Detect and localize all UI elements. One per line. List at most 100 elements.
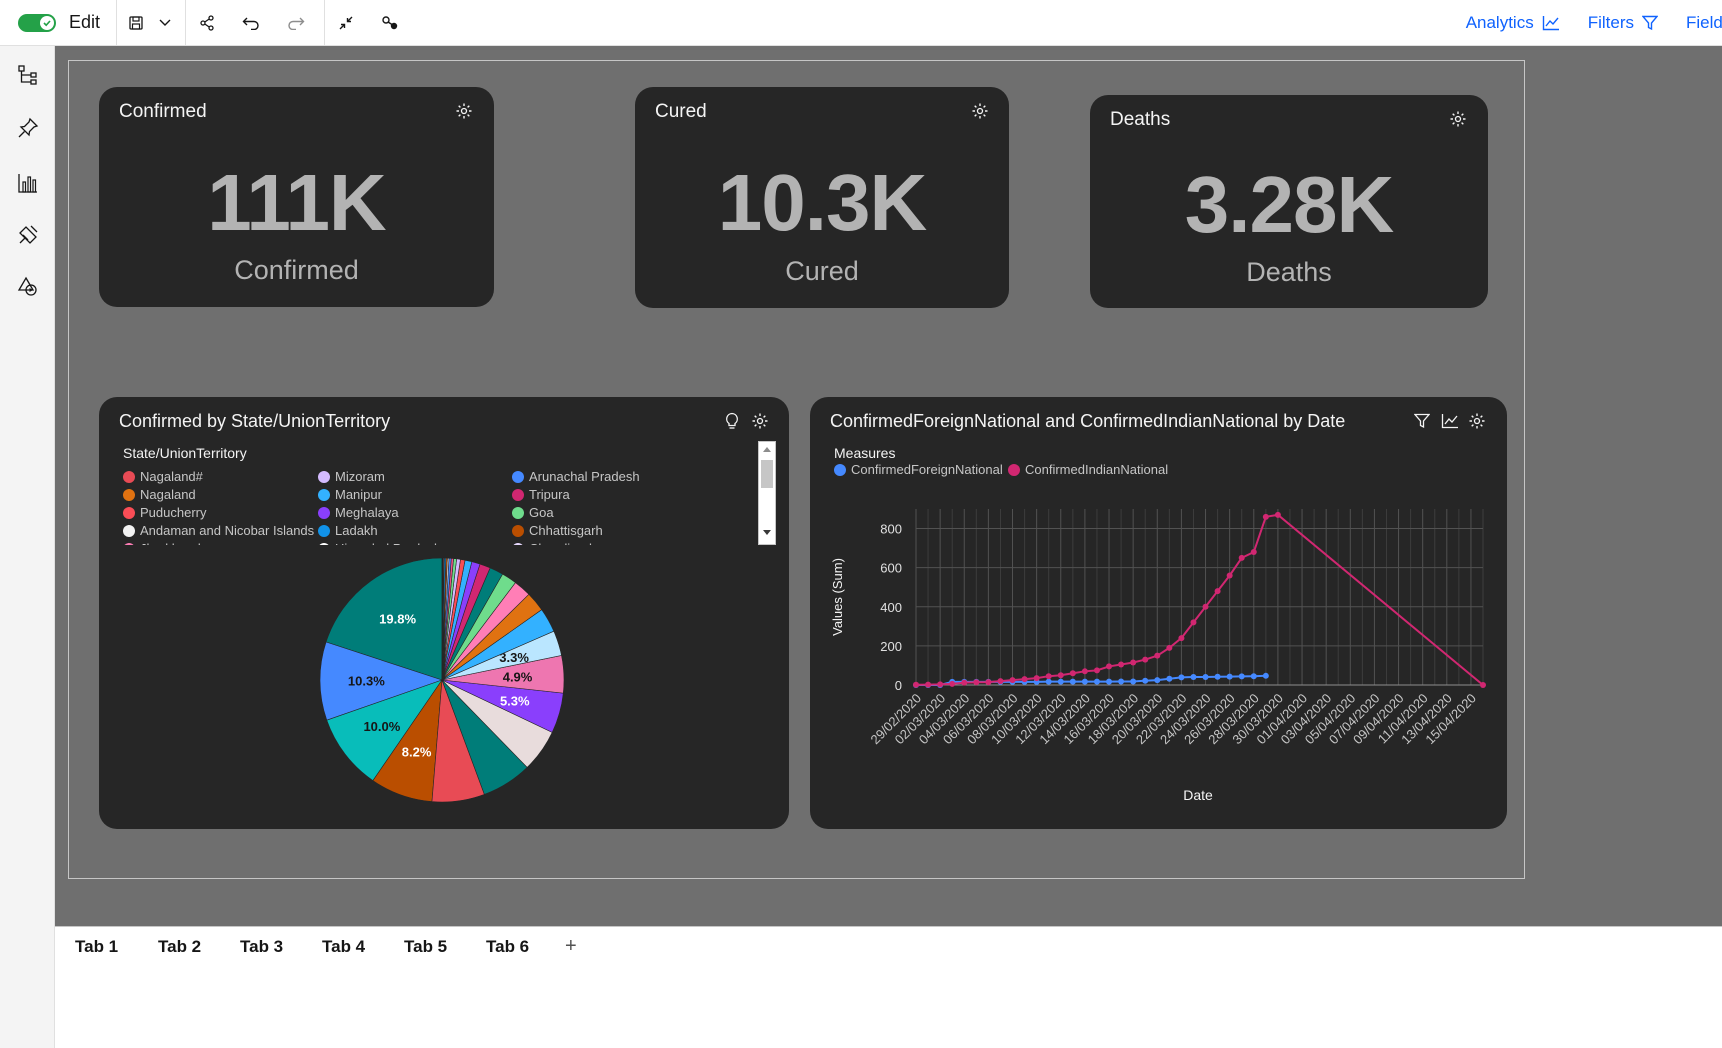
data-point[interactable] xyxy=(1178,674,1185,681)
sidebar-item-visualizations[interactable] xyxy=(15,170,41,196)
data-point[interactable] xyxy=(1021,676,1028,683)
kpi-card-confirmed[interactable]: Confirmed 111K Confirmed xyxy=(99,87,494,307)
legend-item[interactable]: Goa xyxy=(512,505,554,520)
data-point[interactable] xyxy=(1226,673,1233,680)
tab-6[interactable]: Tab 6 xyxy=(486,937,529,957)
line-chart[interactable]: 020040060080029/02/202002/03/202004/03/2… xyxy=(810,497,1507,817)
collapse-button[interactable] xyxy=(325,0,367,46)
settings-icon[interactable] xyxy=(454,101,474,121)
series-line[interactable] xyxy=(916,674,1266,686)
data-point[interactable] xyxy=(1166,675,1173,682)
data-point[interactable] xyxy=(1081,678,1088,685)
legend-item[interactable]: Chhattisgarh xyxy=(512,523,603,538)
data-point[interactable] xyxy=(1190,673,1197,680)
data-point[interactable] xyxy=(1178,635,1185,642)
data-point[interactable] xyxy=(937,681,944,688)
data-point[interactable] xyxy=(1057,672,1064,679)
legend-item[interactable]: Meghalaya xyxy=(318,505,399,520)
data-point[interactable] xyxy=(1142,677,1149,684)
legend-item[interactable]: Nagaland# xyxy=(123,469,203,484)
data-point[interactable] xyxy=(1214,588,1221,595)
data-point[interactable] xyxy=(1480,682,1486,688)
data-point[interactable] xyxy=(1069,670,1076,677)
data-point[interactable] xyxy=(949,680,956,687)
save-button[interactable] xyxy=(121,0,151,46)
data-point[interactable] xyxy=(1118,661,1125,668)
kpi-card-cured[interactable]: Cured 10.3K Cured xyxy=(635,87,1009,308)
data-point[interactable] xyxy=(1093,667,1100,674)
tab-2[interactable]: Tab 2 xyxy=(158,937,201,957)
legend-item[interactable]: Andaman and Nicobar Islands xyxy=(123,523,314,538)
pie-chart-card[interactable]: Confirmed by State/UnionTerritory State/… xyxy=(99,397,789,829)
fields-button[interactable]: Fields xyxy=(1686,13,1722,33)
trend-chart-icon[interactable] xyxy=(1440,411,1460,431)
filter-icon[interactable] xyxy=(1412,411,1432,431)
scrollbar-thumb[interactable] xyxy=(761,460,773,488)
data-point[interactable] xyxy=(1033,675,1040,682)
data-point[interactable] xyxy=(1130,678,1137,685)
data-point[interactable] xyxy=(1154,652,1161,659)
data-point[interactable] xyxy=(925,681,932,688)
legend-item[interactable]: Chandigarh xyxy=(512,541,596,545)
data-point[interactable] xyxy=(1262,672,1269,679)
data-point[interactable] xyxy=(1250,549,1257,556)
relationship-button[interactable] xyxy=(367,0,413,46)
data-point[interactable] xyxy=(1190,619,1197,626)
data-point[interactable] xyxy=(1045,673,1052,680)
filters-button[interactable]: Filters xyxy=(1588,13,1658,33)
sidebar-item-widgets[interactable] xyxy=(15,222,41,248)
legend-item[interactable]: Arunachal Pradesh xyxy=(512,469,640,484)
data-point[interactable] xyxy=(1214,673,1221,680)
data-point[interactable] xyxy=(1226,572,1233,579)
analytics-button[interactable]: Analytics xyxy=(1466,13,1560,33)
data-point[interactable] xyxy=(961,679,968,686)
save-menu-button[interactable] xyxy=(151,0,179,46)
settings-icon[interactable] xyxy=(1448,109,1468,129)
sidebar-item-navigation[interactable] xyxy=(15,62,41,88)
data-point[interactable] xyxy=(1069,678,1076,685)
data-point[interactable] xyxy=(1250,673,1257,680)
data-point[interactable] xyxy=(1081,668,1088,675)
tab-5[interactable]: Tab 5 xyxy=(404,937,447,957)
legend-item[interactable]: ConfirmedForeignNational xyxy=(834,462,1003,477)
data-point[interactable] xyxy=(1142,656,1149,663)
legend-item[interactable]: Nagaland xyxy=(123,487,196,502)
undo-button[interactable] xyxy=(228,0,274,46)
legend-item[interactable]: Jharkhand xyxy=(123,541,201,545)
legend-item[interactable]: Manipur xyxy=(318,487,382,502)
data-point[interactable] xyxy=(1130,659,1137,666)
sidebar-item-pins[interactable] xyxy=(15,115,41,141)
data-point[interactable] xyxy=(1202,673,1209,680)
series-line[interactable] xyxy=(915,513,1484,686)
data-point[interactable] xyxy=(1045,678,1052,685)
kpi-card-deaths[interactable]: Deaths 3.28K Deaths xyxy=(1090,95,1488,308)
legend-scrollbar[interactable] xyxy=(758,441,776,545)
data-point[interactable] xyxy=(985,679,992,686)
settings-icon[interactable] xyxy=(1467,411,1487,431)
data-point[interactable] xyxy=(1009,677,1016,684)
data-point[interactable] xyxy=(1238,554,1245,561)
legend-item[interactable]: Mizoram xyxy=(318,469,385,484)
data-point[interactable] xyxy=(973,679,980,686)
legend-item[interactable]: Ladakh xyxy=(318,523,378,538)
data-point[interactable] xyxy=(1274,511,1281,518)
data-point[interactable] xyxy=(1202,603,1209,610)
data-point[interactable] xyxy=(1106,678,1113,685)
legend-item[interactable]: ConfirmedIndianNational xyxy=(1008,462,1168,477)
legend-item[interactable]: Tripura xyxy=(512,487,570,502)
tab-3[interactable]: Tab 3 xyxy=(240,937,283,957)
settings-icon[interactable] xyxy=(970,101,990,121)
data-point[interactable] xyxy=(1154,677,1161,684)
data-point[interactable] xyxy=(1238,673,1245,680)
tab-4[interactable]: Tab 4 xyxy=(322,937,365,957)
data-point[interactable] xyxy=(913,681,919,688)
data-point[interactable] xyxy=(1106,663,1113,670)
data-point[interactable] xyxy=(1166,644,1173,651)
line-chart-card[interactable]: ConfirmedForeignNational and ConfirmedIn… xyxy=(810,397,1507,829)
add-tab-button[interactable]: + xyxy=(565,935,577,958)
data-point[interactable] xyxy=(997,678,1004,685)
pie-chart[interactable]: 19.8%10.3%10.0%8.2%5.3%4.9%3.3% xyxy=(299,547,589,817)
settings-icon[interactable] xyxy=(750,411,770,431)
data-point[interactable] xyxy=(1262,513,1269,520)
data-point[interactable] xyxy=(1093,678,1100,685)
